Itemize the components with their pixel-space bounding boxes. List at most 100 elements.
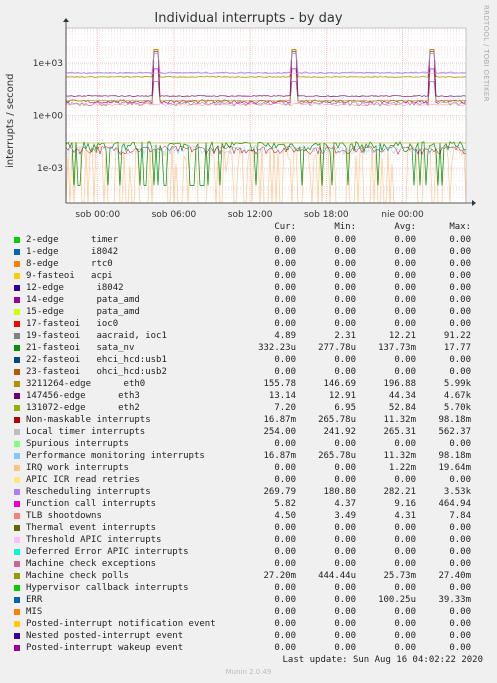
legend-value-min: 0.00 xyxy=(334,319,356,329)
legend-header: Cur: Min: Avg: Max: xyxy=(0,222,497,234)
legend-value-cur: 0.00 xyxy=(274,283,296,293)
legend-series-name: 21-fasteoi sata_nv xyxy=(26,343,135,353)
legend-value-max: 464.94 xyxy=(438,499,471,509)
legend-series-name: APIC ICR read retries xyxy=(26,475,140,485)
legend-value-min: 0.00 xyxy=(334,235,356,245)
legend-series-name: Machine check polls xyxy=(26,571,129,581)
legend-series-name: Performance monitoring interrupts xyxy=(26,451,205,461)
legend-swatch xyxy=(14,549,20,555)
legend-swatch xyxy=(14,489,20,495)
legend-value-max: 39.33m xyxy=(438,595,471,605)
legend-swatch xyxy=(14,537,20,543)
legend-swatch xyxy=(14,609,20,615)
legend-value-min: 265.78u xyxy=(318,415,356,425)
legend-value-avg: 0.00 xyxy=(394,355,416,365)
legend-row: 9-fasteoi acpi 0.00 0.00 0.00 0.00 xyxy=(0,270,497,282)
legend-series-name: 22-fasteoi ehci_hcd:usb1 xyxy=(26,355,167,365)
legend-swatch xyxy=(14,405,20,411)
legend-swatch xyxy=(14,441,20,447)
legend-value-avg: 100.25u xyxy=(378,595,416,605)
legend-value-max: 0.00 xyxy=(449,643,471,653)
legend-swatch xyxy=(14,273,20,279)
legend-value-min: 0.00 xyxy=(334,547,356,557)
legend-row: MIS 0.00 0.00 0.00 0.00 xyxy=(0,606,497,618)
legend-row: 22-fasteoi ehci_hcd:usb1 0.00 0.00 0.00 0.00 xyxy=(0,354,497,366)
legend-value-min: 6.95 xyxy=(334,403,356,413)
legend-value-cur: 332.23u xyxy=(258,343,296,353)
legend-row: 12-edge i8042 0.00 0.00 0.00 0.00 xyxy=(0,282,497,294)
last-update: Last update: Sun Aug 16 04:02:22 2020 xyxy=(282,655,483,665)
legend-value-max: 0.00 xyxy=(449,631,471,641)
x-tick-label: sob 00:00 xyxy=(75,210,120,220)
legend-series-name: Function call interrupts xyxy=(26,499,157,509)
legend-value-max: 562.37 xyxy=(438,427,471,437)
legend-row: 2-edge timer 0.00 0.00 0.00 0.00 xyxy=(0,234,497,246)
col-max: Max: xyxy=(449,222,471,232)
legend-row: TLB shootdowns 4.50 3.49 4.31 7.84 xyxy=(0,510,497,522)
legend-series-name: 147456-edge eth3 xyxy=(26,391,140,401)
legend-row: 19-fasteoi aacraid, ioc1 4.89 2.31 12.21 91.… xyxy=(0,330,497,342)
legend-value-max: 0.00 xyxy=(449,607,471,617)
legend-value-cur: 269.79 xyxy=(263,487,296,497)
legend-value-min: 4.37 xyxy=(334,499,356,509)
legend-value-cur: 0.00 xyxy=(274,535,296,545)
x-tick-label: sob 18:00 xyxy=(304,210,349,220)
legend-value-max: 0.00 xyxy=(449,319,471,329)
legend-value-cur: 0.00 xyxy=(274,595,296,605)
legend-value-avg: 282.21 xyxy=(383,487,416,497)
legend-series-name: Posted-interrupt wakeup event xyxy=(26,643,184,653)
legend-swatch xyxy=(14,465,20,471)
legend-swatch xyxy=(14,333,20,339)
legend-value-avg: 137.73m xyxy=(378,343,416,353)
legend-value-cur: 0.00 xyxy=(274,631,296,641)
legend-value-cur: 13.14 xyxy=(268,391,296,401)
legend-value-avg: 0.00 xyxy=(394,535,416,545)
legend-row: Posted-interrupt notification event 0.00 0… xyxy=(0,618,497,630)
legend-value-cur: 7.20 xyxy=(274,403,296,413)
x-tick-label: sob 12:00 xyxy=(228,210,273,220)
legend-value-min: 0.00 xyxy=(334,439,356,449)
legend-series-name: IRQ work interrupts xyxy=(26,463,129,473)
legend-series-name: 14-edge pata_amd xyxy=(26,295,140,305)
legend-series-name: Spurious interrupts xyxy=(26,439,129,449)
legend-value-min: 180.80 xyxy=(323,487,356,497)
y-tick-label: 1e-03 xyxy=(37,164,63,174)
legend-value-max: 0.00 xyxy=(449,355,471,365)
legend-value-cur: 0.00 xyxy=(274,583,296,593)
legend-swatch xyxy=(14,561,20,567)
legend-swatch xyxy=(14,357,20,363)
legend-value-avg: 265.31 xyxy=(383,427,416,437)
legend-value-max: 0.00 xyxy=(449,535,471,545)
legend-value-avg: 4.31 xyxy=(394,511,416,521)
legend-value-min: 0.00 xyxy=(334,463,356,473)
legend-value-cur: 0.00 xyxy=(274,619,296,629)
legend-value-min: 12.91 xyxy=(328,391,356,401)
legend-row: Function call interrupts 5.82 4.37 9.16 464.… xyxy=(0,498,497,510)
legend-series-name: Deferred Error APIC interrupts xyxy=(26,547,189,557)
legend-value-min: 0.00 xyxy=(334,607,356,617)
legend-swatch xyxy=(14,513,20,519)
legend-value-max: 0.00 xyxy=(449,259,471,269)
y-axis-arrow xyxy=(63,18,69,22)
legend-value-min: 444.44u xyxy=(318,571,356,581)
legend-row: Local timer interrupts 254.00 241.92 265.31… xyxy=(0,426,497,438)
legend-value-max: 0.00 xyxy=(449,523,471,533)
legend-swatch xyxy=(14,261,20,267)
legend-value-min: 0.00 xyxy=(334,583,356,593)
legend-value-avg: 52.84 xyxy=(388,403,416,413)
legend-value-cur: 0.00 xyxy=(274,439,296,449)
legend-series-name: TLB shootdowns xyxy=(26,511,102,521)
legend-value-avg: 0.00 xyxy=(394,475,416,485)
legend-value-max: 91.22 xyxy=(443,331,471,341)
legend-value-max: 0.00 xyxy=(449,547,471,557)
legend-swatch xyxy=(14,309,20,315)
legend-series-name: 9-fasteoi acpi xyxy=(26,271,113,281)
legend-value-max: 98.18m xyxy=(438,415,471,425)
legend-row: 3211264-edge eth0 155.78 146.69 196.88 5.99k xyxy=(0,378,497,390)
legend-value-avg: 0.00 xyxy=(394,583,416,593)
legend-value-max: 0.00 xyxy=(449,247,471,257)
legend-series-name: 131072-edge eth2 xyxy=(26,403,140,413)
legend-series-name: Nested posted-interrupt event xyxy=(26,631,184,641)
legend-row: IRQ work interrupts 0.00 0.00 1.22m 19.64m xyxy=(0,462,497,474)
legend-value-avg: 0.00 xyxy=(394,631,416,641)
